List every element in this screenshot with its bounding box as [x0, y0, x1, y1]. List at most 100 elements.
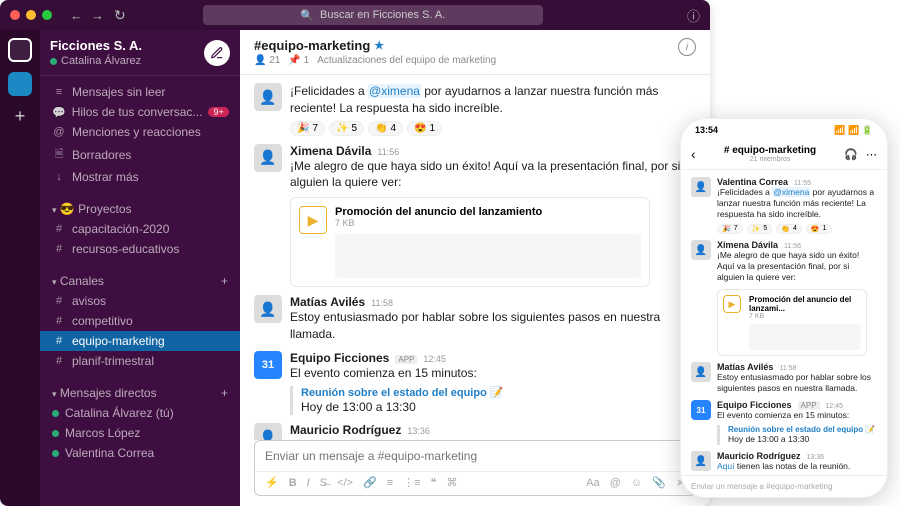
- message-author[interactable]: Equipo Ficciones: [717, 400, 792, 410]
- add-dm-icon[interactable]: +: [221, 386, 228, 400]
- nav-more[interactable]: ↓Mostrar más: [40, 167, 240, 187]
- emoji-icon[interactable]: ☺: [631, 477, 642, 489]
- avatar[interactable]: 👤: [254, 83, 282, 111]
- sidebar-dm[interactable]: Marcos López: [40, 423, 240, 443]
- event-link[interactable]: Reunión sobre el estado del equipo 📝: [728, 425, 877, 434]
- phone-channel-name[interactable]: # equipo-marketing: [724, 145, 816, 156]
- reaction[interactable]: 😍1: [806, 224, 832, 234]
- nav-mentions[interactable]: @Menciones y reacciones: [40, 122, 240, 142]
- message-author[interactable]: Ximena Dávila: [717, 240, 778, 250]
- message: 👤Matías Avilés11:58Estoy entusiasmado po…: [240, 291, 710, 347]
- sidebar-dm[interactable]: Catalina Álvarez (tú): [40, 403, 240, 423]
- member-count[interactable]: 👤 21: [254, 55, 280, 66]
- message-author[interactable]: Matías Avilés: [717, 362, 773, 372]
- file-attachment[interactable]: ▶Promoción del anuncio del lanzamiento7 …: [290, 197, 650, 287]
- message-author[interactable]: Ximena Dávila: [290, 144, 371, 158]
- phone-back-icon[interactable]: ‹: [691, 146, 696, 162]
- nav-threads[interactable]: 💬Hilos de tus conversac...9+: [40, 102, 240, 122]
- avatar[interactable]: 👤: [254, 295, 282, 323]
- link-icon[interactable]: 🔗: [363, 476, 377, 489]
- workspace-switch-2[interactable]: [8, 72, 32, 96]
- sidebar-channel[interactable]: #avisos: [40, 291, 240, 311]
- quote-icon[interactable]: ❝: [431, 476, 437, 489]
- section-projects[interactable]: ▾ 😎 Proyectos: [40, 199, 240, 219]
- search-input[interactable]: 🔍 Buscar en Ficciones S. A.: [203, 5, 543, 25]
- link[interactable]: Aquí: [717, 461, 735, 471]
- phone-composer[interactable]: Enviar un mensaje a #equipo-marketing: [681, 475, 887, 497]
- bold-icon[interactable]: B: [289, 477, 297, 489]
- nav-back[interactable]: ←: [70, 8, 83, 23]
- history-icon[interactable]: ↻: [114, 7, 126, 24]
- star-icon[interactable]: ★: [374, 39, 384, 52]
- sidebar-channel[interactable]: #capacitación-2020: [40, 219, 240, 239]
- sidebar-channel[interactable]: #competitivo: [40, 311, 240, 331]
- reaction[interactable]: 🎉7: [290, 121, 325, 136]
- file-icon: ▶: [299, 206, 327, 234]
- sidebar-dm[interactable]: Valentina Correa: [40, 443, 240, 463]
- channel-name[interactable]: #equipo-marketing: [254, 38, 370, 53]
- message-time: 11:58: [371, 298, 393, 308]
- avatar[interactable]: 👤: [691, 362, 711, 382]
- message-author[interactable]: Valentina Correa: [717, 177, 788, 187]
- workspace-name[interactable]: Ficciones S. A.: [50, 38, 142, 53]
- event-link[interactable]: Reunión sobre el estado del equipo 📝: [301, 386, 696, 399]
- reaction[interactable]: ✨5: [329, 121, 364, 136]
- sidebar-channel[interactable]: #recursos-educativos: [40, 239, 240, 259]
- message-author[interactable]: Equipo Ficciones: [290, 351, 389, 365]
- message-author[interactable]: Mauricio Rodríguez: [717, 451, 801, 461]
- phone-more-icon[interactable]: ⋯: [866, 148, 877, 161]
- section-channels[interactable]: ▾ Canales+: [40, 271, 240, 291]
- nav-drafts[interactable]: 🗎Borradores: [40, 142, 240, 167]
- message: 31Equipo FiccionesAPP12:45El evento comi…: [240, 347, 710, 420]
- attach-icon[interactable]: 📎: [652, 476, 666, 489]
- add-channel-icon[interactable]: +: [221, 274, 228, 288]
- reaction[interactable]: 👏4: [368, 121, 403, 136]
- sidebar-channel[interactable]: #planif-trimestral: [40, 351, 240, 371]
- code-icon[interactable]: </>: [337, 477, 353, 489]
- mention-icon[interactable]: @: [610, 477, 621, 489]
- ol-icon[interactable]: ≡: [387, 477, 393, 489]
- reaction[interactable]: ✨5: [747, 224, 773, 234]
- app-badge: APP: [395, 355, 417, 364]
- avatar[interactable]: 👤: [254, 144, 282, 172]
- message-author[interactable]: Mauricio Rodríguez: [290, 423, 401, 437]
- phone-channel-sub: 21 miembros: [724, 156, 816, 163]
- message-text: El evento comienza en 15 minutos:: [290, 365, 696, 382]
- sidebar-channel[interactable]: #equipo-marketing: [40, 331, 240, 351]
- titlebar: ← → ↻ 🔍 Buscar en Ficciones S. A. ⓘ: [0, 0, 710, 30]
- reaction[interactable]: 👏4: [776, 224, 802, 234]
- strike-icon[interactable]: S̶: [320, 477, 327, 489]
- nav-unread[interactable]: ≡Mensajes sin leer: [40, 82, 240, 102]
- flash-icon[interactable]: ⚡: [265, 476, 279, 489]
- phone-headset-icon[interactable]: 🎧: [844, 148, 858, 161]
- workspace-switch-1[interactable]: [8, 38, 32, 62]
- message-text: Estoy entusiasmado por hablar sobre los …: [717, 372, 877, 394]
- mention[interactable]: @ximena: [772, 187, 810, 197]
- avatar[interactable]: 👤: [691, 240, 711, 260]
- ul-icon[interactable]: ⋮≡: [403, 476, 420, 489]
- compose-button[interactable]: [204, 40, 230, 66]
- reaction[interactable]: 🎉7: [717, 224, 743, 234]
- format-icon[interactable]: Aa: [586, 477, 599, 489]
- message-composer[interactable]: ⚡ B I S̶ </> 🔗 ≡ ⋮≡ ❝ ⌘ Aa @ ☺ 📎 ➤: [254, 440, 696, 496]
- file-icon: ▶: [723, 295, 741, 313]
- composer-input[interactable]: [255, 441, 695, 471]
- window-controls[interactable]: [10, 10, 52, 20]
- pin-count[interactable]: 📌 1: [288, 55, 309, 66]
- channel-info-icon[interactable]: i: [678, 38, 696, 56]
- italic-icon[interactable]: I: [307, 477, 310, 489]
- section-dms[interactable]: ▾ Mensajes directos+: [40, 383, 240, 403]
- message-author[interactable]: Matías Avilés: [290, 295, 365, 309]
- codeblock-icon[interactable]: ⌘: [446, 476, 457, 489]
- avatar[interactable]: 👤: [254, 423, 282, 440]
- avatar[interactable]: 👤: [691, 451, 711, 471]
- nav-forward[interactable]: →: [91, 8, 104, 23]
- message: 👤Mauricio Rodríguez13:36Aquí tienen las …: [681, 448, 887, 475]
- add-workspace[interactable]: +: [15, 106, 26, 127]
- message-text: Aquí tienen las notas de la reunión.: [717, 461, 877, 472]
- reaction[interactable]: 😍1: [407, 121, 442, 136]
- file-attachment[interactable]: ▶Promoción del anuncio del lanzami...7 K…: [717, 289, 867, 356]
- avatar[interactable]: 👤: [691, 177, 711, 197]
- mention[interactable]: @ximena: [368, 84, 421, 98]
- help-icon[interactable]: ⓘ: [687, 6, 700, 25]
